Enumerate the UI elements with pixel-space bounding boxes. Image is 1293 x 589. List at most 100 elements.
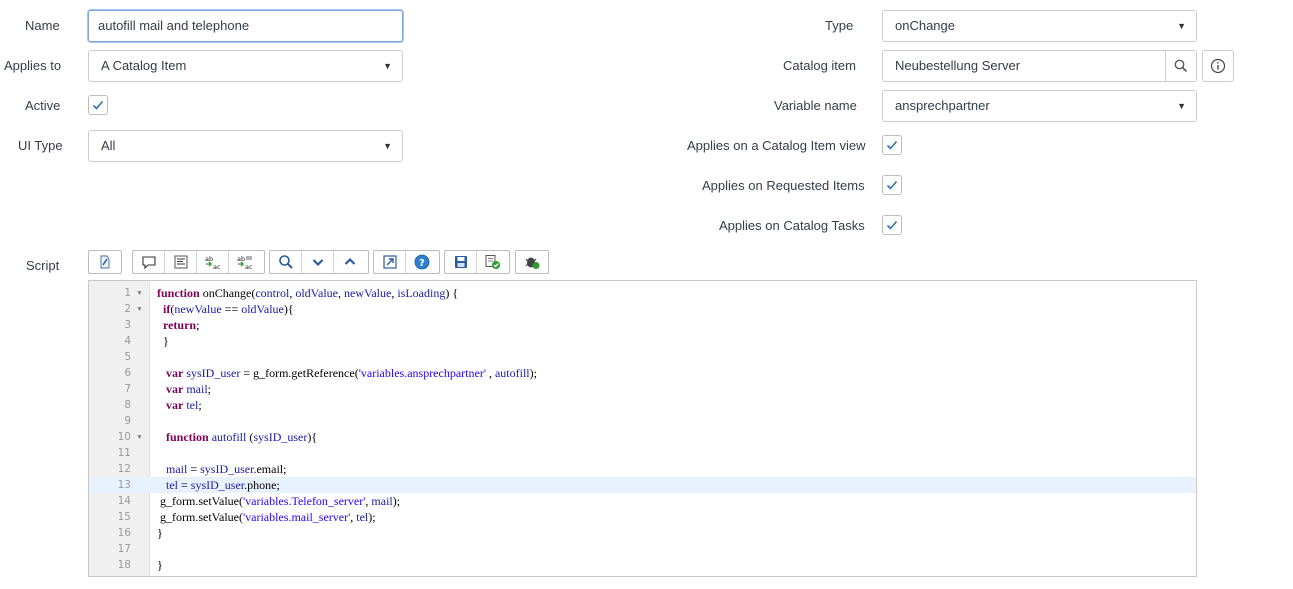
- type-select[interactable]: onChange ▼: [882, 10, 1197, 42]
- code-text: var tel;: [166, 398, 202, 412]
- save-icon: [454, 256, 467, 268]
- code-line[interactable]: 1 ▼ function onChange(control, oldValue, n…: [89, 285, 1196, 301]
- checkmark-icon: [886, 140, 898, 150]
- toggle-syntax-button[interactable]: [89, 251, 121, 273]
- toolbar-group-save: [444, 250, 510, 274]
- line-number: 1: [124, 287, 131, 299]
- fold-arrow-icon[interactable]: ▼: [136, 301, 143, 317]
- code-line[interactable]: 11: [89, 445, 1196, 461]
- line-number: 14: [117, 495, 131, 507]
- save-button[interactable]: [445, 251, 477, 273]
- chevron-down-icon: ▼: [1177, 101, 1186, 111]
- comment-button[interactable]: [133, 251, 165, 273]
- script-editor[interactable]: 1 ▼ function onChange(control, oldValue, n…: [88, 280, 1197, 577]
- line-number: 5: [124, 351, 131, 363]
- find-previous-icon: [344, 257, 356, 265]
- svg-text:ab: ab: [205, 255, 213, 263]
- script-debug-button[interactable]: [477, 251, 509, 273]
- applies-to-select[interactable]: A Catalog Item ▼: [88, 50, 403, 82]
- toolbar-group-view: ?: [373, 250, 440, 274]
- code-line[interactable]: 13 tel = sysID_user.phone;: [89, 477, 1196, 493]
- line-number: 16: [117, 527, 131, 539]
- code-line[interactable]: 10 ▼ function autofill (sysID_user){: [89, 429, 1196, 445]
- code-text: }: [157, 334, 169, 348]
- find-previous-button[interactable]: [334, 251, 366, 273]
- variable-name-select[interactable]: ansprechpartner ▼: [882, 90, 1197, 122]
- code-line[interactable]: 8 var tel;: [89, 397, 1196, 413]
- code-text: mail = sysID_user.email;: [166, 462, 287, 476]
- variable-name-label: Variable name: [774, 98, 857, 113]
- ui-type-select[interactable]: All ▼: [88, 130, 403, 162]
- code-line[interactable]: 12 mail = sysID_user.email;: [89, 461, 1196, 477]
- code-line[interactable]: 5: [89, 349, 1196, 365]
- lookup-button[interactable]: [1165, 50, 1197, 82]
- toolbar-group-search: [269, 250, 369, 274]
- toolbar-group-edit: ab ac ab ac: [132, 250, 265, 274]
- code-text: }: [157, 526, 163, 540]
- line-number: 17: [117, 543, 131, 555]
- code-text: }: [157, 558, 163, 572]
- fullscreen-icon: [382, 255, 397, 269]
- code-line[interactable]: 18}: [89, 557, 1196, 573]
- script-debug-icon: [485, 255, 500, 269]
- line-number: 4: [124, 335, 131, 347]
- code-line[interactable]: 7 var mail;: [89, 381, 1196, 397]
- catalog-item-label: Catalog item: [783, 58, 856, 73]
- applies-to-value: A Catalog Item: [101, 58, 187, 73]
- fullscreen-button[interactable]: [374, 251, 406, 273]
- line-number: 18: [117, 559, 131, 571]
- checkmark-icon: [886, 220, 898, 230]
- code-line[interactable]: 15 g_form.setValue('variables.mail_serve…: [89, 509, 1196, 525]
- code-line[interactable]: 17: [89, 541, 1196, 557]
- code-text: return;: [163, 318, 200, 332]
- applies-to-label: Applies to: [4, 58, 62, 73]
- line-number: 8: [124, 399, 131, 411]
- chevron-down-icon: ▼: [383, 61, 392, 71]
- svg-text:?: ?: [419, 258, 425, 269]
- replace-all-icon: ab ac: [237, 255, 253, 270]
- applies-catalog-tasks-checkbox[interactable]: [882, 215, 902, 235]
- code-line[interactable]: 3 return;: [89, 317, 1196, 333]
- format-code-button[interactable]: [165, 251, 197, 273]
- line-number: 15: [117, 511, 131, 523]
- checkmark-icon: [92, 100, 104, 110]
- fold-arrow-icon[interactable]: ▼: [136, 285, 143, 301]
- fold-arrow-icon[interactable]: ▼: [136, 429, 143, 445]
- active-label: Active: [25, 98, 61, 113]
- active-checkbox[interactable]: [88, 95, 108, 115]
- code-line[interactable]: 4 }: [89, 333, 1196, 349]
- code-line[interactable]: 2 ▼ if(newValue == oldValue){: [89, 301, 1196, 317]
- catalog-item-input[interactable]: Neubestellung Server: [882, 50, 1166, 82]
- code-line[interactable]: 14 g_form.setValue('variables.Telefon_se…: [89, 493, 1196, 509]
- code-line[interactable]: 6 var sysID_user = g_form.getReference('…: [89, 365, 1196, 381]
- find-next-icon: [312, 259, 323, 267]
- checkmark-icon: [886, 180, 898, 190]
- code-line[interactable]: 16}: [89, 525, 1196, 541]
- comment-icon: [141, 256, 156, 270]
- applies-catalog-view-checkbox[interactable]: [882, 135, 902, 155]
- line-number: 10: [117, 431, 131, 443]
- type-label: Type: [825, 18, 854, 33]
- ui-type-label: UI Type: [18, 138, 63, 153]
- name-input[interactable]: autofill mail and telephone: [88, 10, 403, 42]
- debugger-button[interactable]: [516, 251, 548, 273]
- toolbar-group-debugger: [515, 250, 549, 274]
- chevron-down-icon: ▼: [383, 141, 392, 151]
- code-text: tel = sysID_user.phone;: [166, 478, 280, 492]
- preview-record-button[interactable]: [1202, 50, 1234, 82]
- format-code-icon: [174, 255, 187, 269]
- code-line[interactable]: 9: [89, 413, 1196, 429]
- applies-requested-items-checkbox[interactable]: [882, 175, 902, 195]
- toggle-syntax-icon: [100, 255, 110, 269]
- chevron-down-icon: ▼: [1177, 21, 1186, 31]
- code-text: function autofill (sysID_user){: [166, 430, 318, 444]
- line-number: 13: [117, 479, 131, 491]
- help-button[interactable]: ?: [406, 251, 438, 273]
- replace-all-button[interactable]: ab ac: [229, 251, 261, 273]
- name-label: Name: [25, 18, 60, 33]
- replace-button[interactable]: ab ac: [197, 251, 229, 273]
- code-text: var sysID_user = g_form.getReference('va…: [166, 366, 537, 380]
- find-next-button[interactable]: [302, 251, 334, 273]
- search-button[interactable]: [270, 251, 302, 273]
- code-text: g_form.setValue('variables.Telefon_serve…: [157, 494, 401, 508]
